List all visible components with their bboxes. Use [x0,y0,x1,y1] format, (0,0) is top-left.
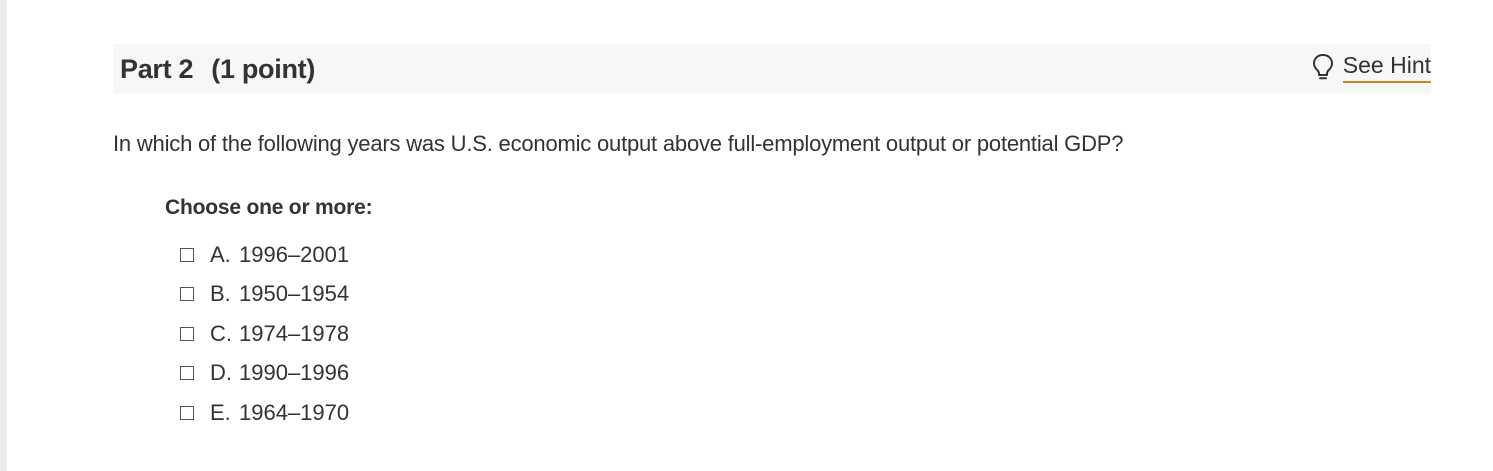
checkbox-b[interactable] [180,287,194,302]
option-b[interactable]: B. 1950–1954 [164,275,372,315]
see-hint-label: See Hint [1342,52,1431,83]
left-rail [0,0,7,471]
option-a[interactable]: A. 1996–2001 [164,235,372,275]
option-text: 1950–1954 [239,281,350,307]
option-text: 1990–1996 [239,360,350,386]
checkbox-c[interactable] [180,326,194,341]
part-points: (1 point) [211,54,316,84]
part-header: Part 2 (1 point) See Hint [113,44,1431,93]
option-letter: C. [210,320,232,346]
checkbox-d[interactable] [180,366,194,381]
option-letter: B. [210,281,231,307]
option-text: 1974–1978 [239,320,350,346]
choices-group: Choose one or more: A. 1996–2001 B. 1950… [164,196,373,433]
option-d[interactable]: D. 1990–1996 [164,354,372,394]
part-title: Part 2 (1 point) [120,54,315,85]
part-number: Part 2 [120,54,194,84]
option-letter: A. [210,241,231,267]
option-letter: D. [210,360,232,386]
checkbox-a[interactable] [180,247,194,262]
question-text: In which of the following years was U.S.… [113,131,1124,156]
choices-instruction: Choose one or more: [165,196,373,219]
option-c[interactable]: C. 1974–1978 [164,314,372,354]
lightbulb-icon [1312,54,1333,80]
option-text: 1964–1970 [239,399,350,425]
option-letter: E. [210,399,231,425]
checkbox-e[interactable] [180,405,194,420]
option-text: 1996–2001 [239,241,350,267]
option-e[interactable]: E. 1964–1970 [164,393,372,433]
see-hint-link[interactable]: See Hint [1312,52,1431,84]
